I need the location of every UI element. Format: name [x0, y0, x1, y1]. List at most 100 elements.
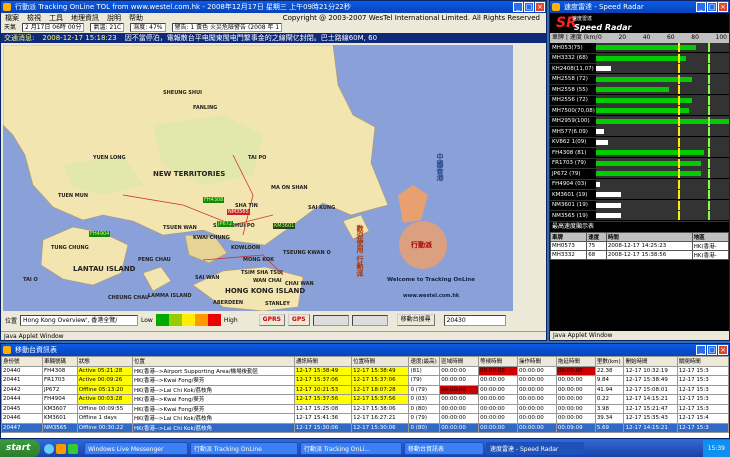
minimize-button[interactable]: _ — [513, 2, 523, 12]
legend-swatch — [168, 314, 182, 326]
radar-row[interactable]: FH4308 (81) — [550, 148, 729, 159]
speed-limit-tick — [678, 85, 681, 95]
radar-minimize-button[interactable]: _ — [696, 2, 706, 12]
location-label: 位置 — [5, 317, 18, 325]
taskbar-item-speed-radar[interactable]: 速度雷達 - Speed Radar — [486, 442, 584, 455]
radar-row[interactable]: FH4904 (03) — [550, 179, 729, 190]
quicklaunch-ie-icon[interactable] — [44, 443, 54, 454]
radar-row[interactable]: NM3565 (19) — [550, 211, 729, 222]
menu-help[interactable]: 說明 — [107, 13, 121, 23]
table-row[interactable]: 20442 JP672 Offline 05:13:20 HK(香港-->Lai Ch… — [1, 384, 729, 395]
quicklaunch-media-icon[interactable] — [56, 443, 66, 454]
column-header[interactable]: 里數(km) — [594, 356, 625, 367]
radar-row[interactable]: MH3332 (68) — [550, 53, 729, 64]
vehicle-marker[interactable]: FH4904 — [89, 231, 111, 237]
table-row[interactable]: 20441 FR1703 Active 00:09:26 HK(香港-->Kwai F… — [1, 375, 729, 386]
maximize-button[interactable]: □ — [524, 2, 534, 12]
radar-row[interactable]: JP672 (79) — [550, 169, 729, 180]
column-header[interactable]: 位置 — [132, 356, 295, 367]
radar-row[interactable]: MH2556 (72) — [550, 95, 729, 106]
vehicle-marker[interactable]: JP672 — [217, 221, 234, 227]
column-header[interactable]: 身份號 — [1, 356, 43, 367]
table-cell: 20442 — [1, 384, 43, 395]
menu-view[interactable]: 檢視 — [27, 13, 41, 23]
radar-row[interactable]: MH2558 (55) — [550, 85, 729, 96]
vehicle-count-select[interactable]: 20430 — [443, 314, 506, 326]
gps-indicator[interactable]: GPS — [287, 314, 310, 326]
column-header[interactable]: 通訊時間 — [293, 356, 353, 367]
column-header[interactable]: 車輛號碼 — [41, 356, 78, 367]
column-header[interactable]: 速度(最高) — [408, 356, 441, 367]
menu-geo[interactable]: 地理資訊 — [71, 13, 99, 23]
radar-row[interactable]: MH053(75) — [550, 43, 729, 54]
taskbar-item-messenger[interactable]: Windows Live Messenger — [84, 442, 188, 455]
speed-limit-tick — [707, 116, 710, 126]
table-titlebar: 移動台資訊表 _ □ × — [1, 344, 729, 356]
table-cell: 00:00:00 — [517, 422, 557, 433]
column-header[interactable]: 關閉時間 — [676, 356, 729, 367]
quicklaunch-desktop-icon[interactable] — [68, 443, 78, 454]
vehicle-marker[interactable]: KM3601 — [273, 223, 296, 229]
table-row[interactable]: 20440 FH4308 Active 05:21:28 HK(香港-->Airpor… — [1, 365, 729, 376]
radar-logo: SR 速度雷達 Speed Radar — [550, 13, 729, 33]
table-row[interactable]: 20444 FH4904 Active 00:03:28 HK(香港-->Kwai F… — [1, 394, 729, 405]
move-search-button[interactable]: 移動台搜尋 — [396, 314, 435, 326]
radar-row[interactable]: MH2558 (72) — [550, 74, 729, 85]
hs-cell: 68 — [586, 249, 607, 260]
radar-row[interactable]: MH7500(70,08) — [550, 106, 729, 117]
radar-track — [596, 85, 729, 95]
radar-row[interactable]: FR1703 (79) — [550, 158, 729, 169]
speed-bar — [596, 87, 670, 93]
location-select[interactable]: Hong Kong Overview', 香港全覽/ — [20, 314, 139, 326]
radar-row[interactable]: NM3601 (19) — [550, 200, 729, 211]
table-app-icon — [3, 346, 11, 354]
table-cell: Offline 00:09:55 — [76, 403, 134, 414]
column-header[interactable]: 等候時間 — [478, 356, 518, 367]
start-button[interactable]: start — [0, 440, 40, 457]
table-minimize-button[interactable]: _ — [696, 345, 706, 355]
table-cell: Offline 00:30:22 — [76, 422, 134, 433]
menu-assist[interactable]: 帮助 — [129, 13, 143, 23]
radar-track — [596, 127, 729, 137]
column-header[interactable]: 開始時間 — [623, 356, 678, 367]
speed-limit-tick — [678, 169, 681, 179]
taskbar-item-vehicle-table[interactable]: 移動台資訊表 — [404, 442, 484, 455]
table-maximize-button[interactable]: □ — [707, 345, 717, 355]
radar-maximize-button[interactable]: □ — [707, 2, 717, 12]
column-header[interactable]: 操作時間 — [517, 356, 557, 367]
column-header[interactable]: 拖延時間 — [555, 356, 596, 367]
table-close-button[interactable]: × — [718, 345, 728, 355]
radar-row[interactable]: MH2959(100) — [550, 116, 729, 127]
menu-tools[interactable]: 工具 — [49, 13, 63, 23]
column-header[interactable]: 區域時間 — [439, 356, 480, 367]
table-cell: 00:00:00 — [555, 394, 596, 405]
hong-kong-map[interactable]: NEW TERRITORIES KOWLOON LANTAU ISLAND HO… — [3, 45, 513, 311]
column-header[interactable]: 位置時間 — [351, 356, 410, 367]
radar-row[interactable]: KV862 1(09) — [550, 137, 729, 148]
radar-row[interactable]: KM3601 (19) — [550, 190, 729, 201]
radar-close-button[interactable]: × — [718, 2, 728, 12]
table-cell: 00:00:00 — [478, 365, 518, 376]
table-row[interactable]: 20447 NM3565 Offline 00:30:22 HK(香港-->Lai C… — [1, 422, 729, 433]
radar-row-label: NM3601 (19) — [552, 202, 588, 209]
vehicle-marker[interactable]: FH4308 — [203, 197, 225, 203]
menu-file[interactable]: 檔案 — [5, 13, 19, 23]
gprs-indicator[interactable]: GPRS — [258, 314, 285, 326]
radar-row[interactable]: KH2408(11,07) — [550, 64, 729, 75]
close-button[interactable]: × — [535, 2, 545, 12]
table-row[interactable]: 20446 KM3601 Offline 1 days HK(香港-->Lai Chi… — [1, 413, 729, 424]
taskbar-item-tracking[interactable]: 行動派 Tracking OnLine — [190, 442, 298, 455]
vehicle-marker[interactable]: NM3565 — [227, 209, 250, 215]
taskbar-item-tracking-2[interactable]: 行動派 Tracking OnLi... — [300, 442, 402, 455]
map-label-tai-po: TAI PO — [248, 155, 267, 161]
speed-limit-tick — [678, 64, 681, 74]
highest-speed-row[interactable]: MH0573 75 2008-12-17 14:25:23 HK(香港- — [550, 240, 729, 251]
radar-row[interactable]: MH577(6.09) — [550, 127, 729, 138]
column-header[interactable]: 狀態 — [76, 356, 134, 367]
highest-speed-row[interactable]: MH3332 68 2008-12-17 15:38:56 HK(香港- — [550, 249, 729, 260]
radar-track — [596, 53, 729, 63]
table-row[interactable]: 20445 KM3607 Offline 00:09:55 HK(香港-->Kwai … — [1, 403, 729, 414]
sr-logo-en: Speed Radar — [574, 23, 632, 32]
radar-titlebar: 速度雷達 - Speed Radar _ □ × — [550, 1, 729, 13]
table-cell: Active 00:09:26 — [76, 375, 134, 386]
